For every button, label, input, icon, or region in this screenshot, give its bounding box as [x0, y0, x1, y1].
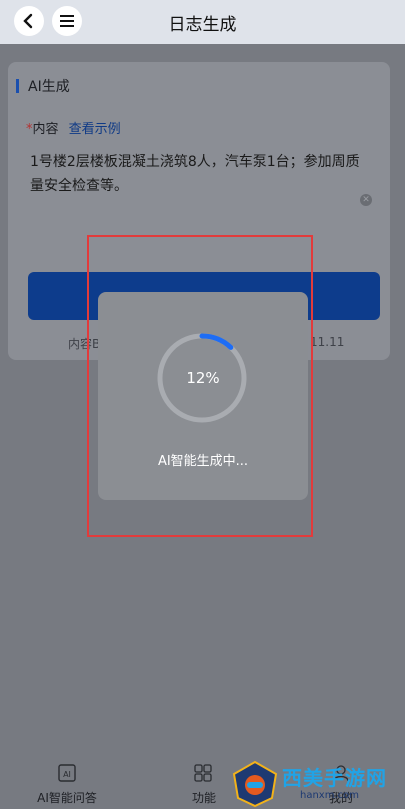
grid-icon	[194, 764, 212, 782]
section-accent-bar	[16, 79, 19, 93]
footer-right-text: 11.11	[310, 335, 345, 349]
content-textarea[interactable]: 1号楼2层楼板混凝土浇筑8人，汽车泵1台；参加周质量安全检查等。	[30, 150, 360, 198]
highlight-box	[87, 235, 313, 537]
tab-ai-chat[interactable]: AI智能问答	[36, 789, 98, 806]
content-label: 内容	[32, 122, 59, 137]
view-example-link[interactable]: 查看示例	[69, 122, 121, 137]
watermark-text: 西美手游网	[282, 766, 387, 790]
clear-icon[interactable]: ✕	[360, 194, 372, 206]
svg-text:AI: AI	[63, 770, 71, 779]
content-label-row: *内容 查看示例	[26, 118, 121, 137]
watermark-logo-icon	[232, 760, 278, 808]
top-navigation-bar: 日志生成	[0, 0, 405, 44]
ai-chat-icon: AI	[58, 764, 76, 782]
page-title: 日志生成	[168, 15, 237, 35]
tab-functions[interactable]: 功能	[190, 789, 218, 806]
watermark-url: hanxm.com	[300, 790, 359, 801]
section-title: AI生成	[28, 79, 70, 95]
